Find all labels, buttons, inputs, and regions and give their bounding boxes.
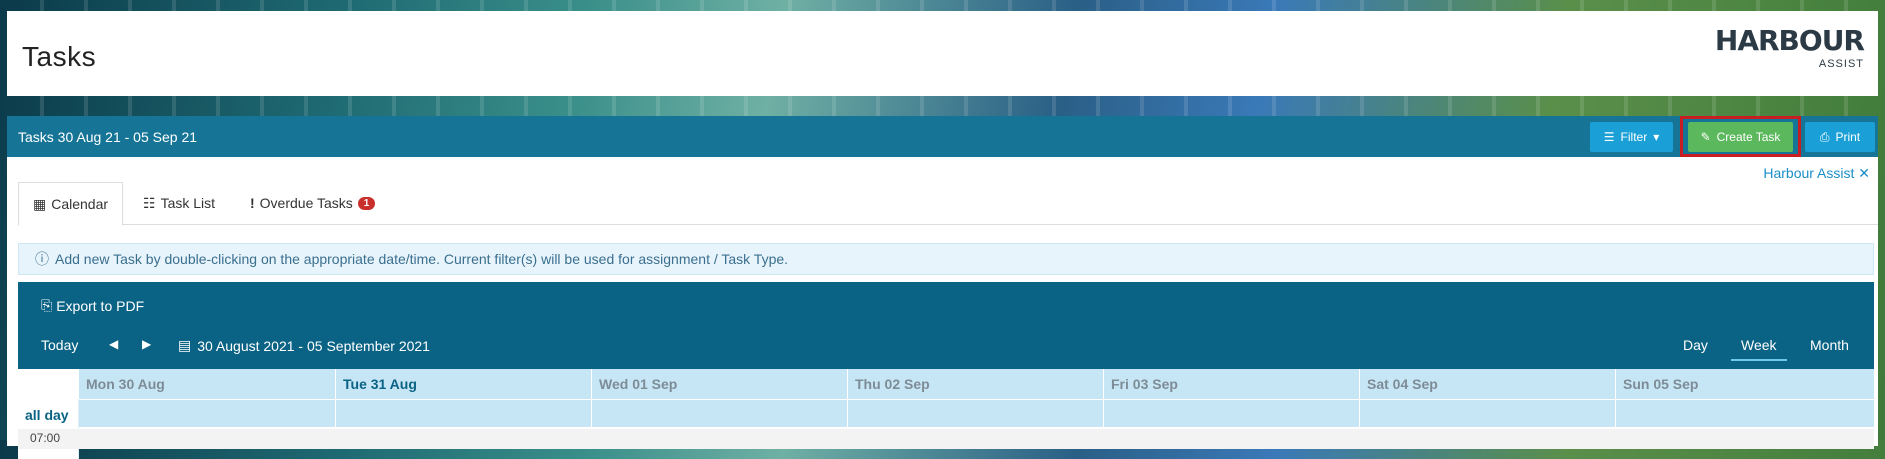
task-tabs: ▦ Calendar ☷ Task List ! Overdue Tasks 1	[18, 182, 1878, 226]
caret-down-icon: ▾	[1653, 130, 1660, 144]
column-divider	[591, 400, 592, 427]
date-range-label: 30 August 2021 - 05 September 2021	[197, 337, 430, 354]
day-header: Sat 04 Sep	[1359, 369, 1615, 399]
time-slot-row[interactable]	[18, 429, 1874, 449]
info-icon: ⓘ	[35, 251, 49, 267]
day-header: Wed 01 Sep	[591, 369, 847, 399]
create-task-highlight	[1680, 116, 1801, 157]
day-header: Fri 03 Sep	[1103, 369, 1359, 399]
column-divider	[1359, 400, 1360, 427]
pdf-icon: ⎘	[41, 297, 53, 313]
overdue-count-badge: 1	[357, 196, 376, 210]
harbour-assist-logo: HARBOUR ASSIST	[1704, 24, 1865, 74]
date-range-picker[interactable]: ▤ 30 August 2021 - 05 September 2021	[178, 337, 430, 354]
page-title: Tasks	[22, 41, 97, 72]
previous-week-button[interactable]: ◀	[109, 337, 118, 351]
info-text: Add new Task by double-clicking on the a…	[55, 251, 789, 267]
calendar-range-icon: ▤	[178, 337, 192, 353]
page-header: Tasks HARBOUR ASSIST	[7, 11, 1878, 96]
column-divider	[1103, 400, 1104, 427]
export-label: Export to PDF	[56, 297, 145, 314]
export-pdf-button[interactable]: ⎘ Export to PDF	[41, 297, 144, 314]
tab-overdue-label: Overdue Tasks	[259, 195, 353, 211]
day-header: Sun 05 Sep	[1615, 369, 1874, 399]
sliders-icon: ☰	[1603, 130, 1615, 144]
column-divider	[847, 400, 848, 427]
printer-icon: ⎙	[1819, 129, 1830, 144]
time-slot-label: 07:00	[30, 431, 61, 445]
all-day-label: all day	[25, 407, 69, 423]
tasks-toolbar: Tasks 30 Aug 21 - 05 Sep 21 ☰ Filter ▾ ✎…	[7, 116, 1878, 157]
tab-calendar-label: Calendar	[51, 196, 109, 212]
calendar-header: ⎘ Export to PDF Today ◀ ▶ ▤ 30 August 20…	[18, 282, 1874, 369]
day-header: Mon 30 Aug	[78, 369, 335, 399]
day-header: Thu 02 Sep	[847, 369, 1103, 399]
tasks-panel: Tasks 30 Aug 21 - 05 Sep 21 ☰ Filter ▾ ✎…	[7, 116, 1878, 459]
next-week-button[interactable]: ▶	[142, 337, 151, 351]
checklist-icon: ☷	[143, 194, 156, 211]
date-range-title: Tasks 30 Aug 21 - 05 Sep 21	[18, 129, 198, 145]
calendar-icon: ▦	[32, 195, 47, 212]
exclamation-icon: !	[250, 195, 255, 211]
harbour-assist-link[interactable]: Harbour Assist ✕	[1763, 165, 1870, 182]
view-day-button[interactable]: Day	[1683, 337, 1708, 353]
logo-subtitle: ASSIST	[1818, 58, 1864, 70]
calendar: ⎘ Export to PDF Today ◀ ▶ ▤ 30 August 20…	[18, 282, 1874, 459]
tab-task-list[interactable]: ☷ Task List	[143, 182, 215, 224]
logo-wordmark: HARBOUR	[1714, 24, 1865, 57]
filter-button[interactable]: ☰ Filter ▾	[1590, 122, 1673, 152]
view-month-button[interactable]: Month	[1810, 337, 1849, 353]
view-week-button[interactable]: Week	[1731, 337, 1787, 361]
day-header-today: Tue 31 Aug	[335, 369, 591, 399]
print-button[interactable]: ⎙ Print	[1805, 122, 1875, 152]
today-button[interactable]: Today	[41, 337, 78, 353]
column-divider	[1615, 400, 1616, 427]
print-label: Print	[1835, 130, 1861, 144]
info-message: ⓘ Add new Task by double-clicking on the…	[18, 243, 1874, 275]
tab-task-list-label: Task List	[160, 195, 216, 211]
column-divider	[335, 400, 336, 427]
tab-calendar[interactable]: ▦ Calendar	[18, 182, 123, 226]
all-day-row[interactable]	[18, 400, 1874, 427]
filter-label: Filter	[1620, 130, 1648, 144]
tab-overdue-tasks[interactable]: ! Overdue Tasks 1	[250, 182, 376, 224]
